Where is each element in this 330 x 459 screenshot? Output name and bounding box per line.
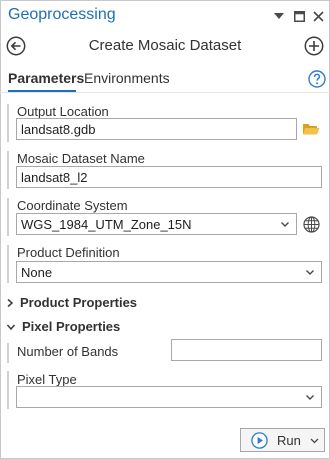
param-indicator bbox=[7, 151, 9, 189]
coordinate-system-select[interactable]: WGS_1984_UTM_Zone_15N bbox=[16, 213, 297, 235]
chevron-down-icon bbox=[306, 395, 314, 400]
close-button[interactable] bbox=[311, 9, 325, 23]
chevron-down-icon bbox=[306, 270, 314, 275]
pixel-type-label: Pixel Type bbox=[17, 372, 77, 387]
param-indicator bbox=[7, 198, 9, 236]
add-button[interactable] bbox=[304, 36, 324, 56]
pixel-properties-label: Pixel Properties bbox=[22, 319, 121, 334]
play-icon bbox=[251, 432, 268, 449]
mosaic-name-input[interactable]: landsat8_l2 bbox=[16, 166, 322, 188]
coordinate-system-label: Coordinate System bbox=[17, 198, 128, 213]
param-indicator bbox=[7, 245, 9, 283]
output-location-input[interactable]: landsat8.gdb bbox=[16, 118, 297, 140]
spatial-reference-button[interactable] bbox=[303, 216, 320, 233]
pane-menu-button[interactable] bbox=[272, 9, 286, 23]
param-indicator bbox=[7, 343, 9, 363]
run-button[interactable]: Run bbox=[240, 428, 325, 452]
pixel-type-select[interactable] bbox=[16, 386, 322, 408]
globe-icon bbox=[303, 216, 320, 233]
close-icon bbox=[312, 10, 324, 22]
maximize-icon bbox=[293, 10, 305, 22]
tab-divider bbox=[0, 92, 330, 93]
help-button[interactable] bbox=[308, 70, 326, 88]
tool-title: Create Mosaic Dataset bbox=[88, 37, 242, 54]
product-properties-section[interactable]: Product Properties bbox=[6, 295, 137, 310]
product-properties-label: Product Properties bbox=[20, 295, 138, 310]
dropdown-arrow-icon bbox=[274, 13, 284, 19]
chevron-right-icon bbox=[7, 298, 14, 307]
product-definition-value: None bbox=[21, 265, 53, 280]
coordinate-system-value: WGS_1984_UTM_Zone_15N bbox=[21, 217, 192, 232]
param-indicator bbox=[7, 104, 9, 142]
maximize-button[interactable] bbox=[292, 9, 306, 23]
chevron-down-icon bbox=[281, 222, 289, 227]
run-label: Run bbox=[277, 433, 301, 448]
add-icon bbox=[304, 36, 324, 56]
browse-button[interactable] bbox=[302, 121, 320, 137]
folder-icon bbox=[303, 124, 320, 135]
help-icon bbox=[308, 70, 326, 88]
pixel-properties-section[interactable]: Pixel Properties bbox=[6, 319, 120, 334]
param-indicator bbox=[7, 371, 9, 409]
number-of-bands-input[interactable] bbox=[171, 339, 322, 361]
product-definition-label: Product Definition bbox=[17, 245, 120, 260]
chevron-down-icon bbox=[310, 438, 319, 444]
product-definition-select[interactable]: None bbox=[16, 261, 322, 283]
chevron-down-icon bbox=[6, 324, 16, 330]
pane-title: Geoprocessing bbox=[8, 6, 116, 23]
number-of-bands-label: Number of Bands bbox=[17, 344, 119, 359]
mosaic-name-label: Mosaic Dataset Name bbox=[17, 151, 145, 166]
tab-environments[interactable]: Environments bbox=[84, 70, 170, 86]
output-location-label: Output Location bbox=[17, 104, 109, 119]
tab-parameters[interactable]: Parameters bbox=[8, 70, 84, 86]
